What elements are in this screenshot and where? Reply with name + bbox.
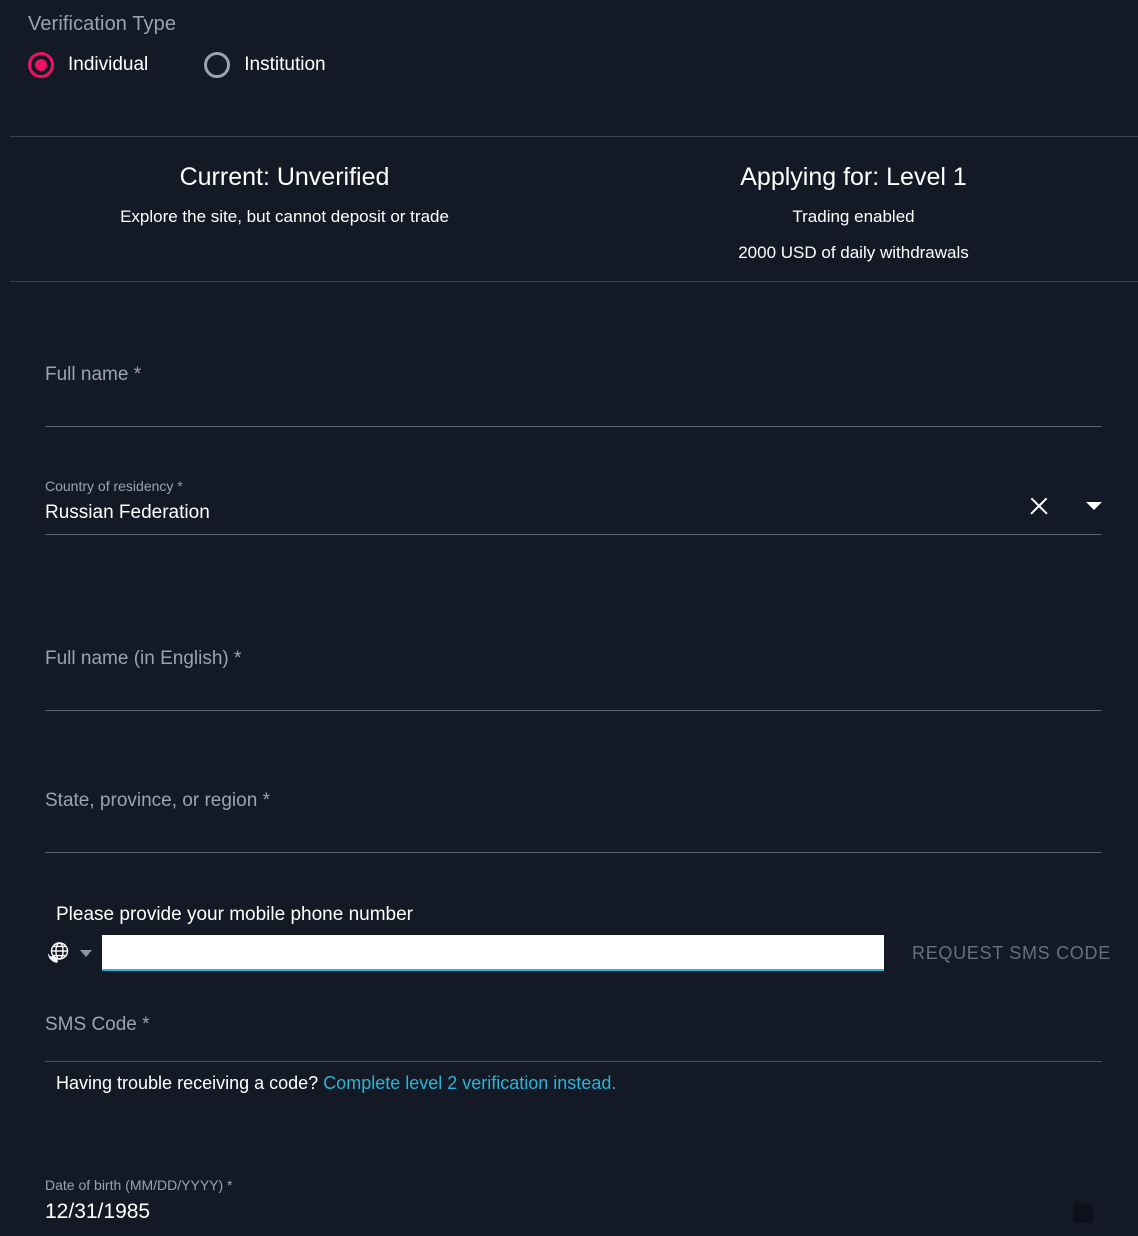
field-full-name[interactable]: Full name * — [45, 363, 1102, 427]
level-2-verification-link[interactable]: Complete level 2 verification instead. — [323, 1073, 616, 1093]
divider-top — [10, 136, 1138, 137]
phone-section: Please provide your mobile phone number … — [0, 903, 1138, 993]
phone-section-title: Please provide your mobile phone number — [56, 904, 413, 925]
status-current-column: Current: Unverified Explore the site, bu… — [0, 150, 569, 264]
full-name-english-underline — [45, 710, 1102, 711]
full-name-english-label: Full name (in English) * — [45, 648, 242, 669]
country-label: Country of residency * — [45, 478, 183, 494]
kyc-verification-page: Verification Type Individual Institution… — [0, 0, 1138, 1236]
divider-status-bottom — [10, 281, 1138, 282]
caret-down-icon[interactable] — [80, 949, 92, 957]
country-value[interactable]: Russian Federation — [45, 500, 1102, 526]
sms-code-helper-text: Having trouble receiving a code? — [56, 1073, 319, 1093]
state-underline — [45, 852, 1102, 853]
verification-type-title: Verification Type — [28, 13, 177, 35]
sms-code-underline — [45, 1061, 1102, 1062]
country-adornments — [1026, 493, 1102, 519]
full-name-value[interactable] — [45, 392, 1102, 418]
field-country-of-residency[interactable]: Country of residency * Russian Federatio… — [45, 477, 1102, 535]
status-applying-column: Applying for: Level 1 Trading enabled 20… — [569, 150, 1138, 264]
verification-type-radio-group[interactable]: Individual Institution — [28, 52, 1138, 78]
request-sms-code-button[interactable]: REQUEST SMS CODE — [906, 942, 1117, 965]
close-icon[interactable] — [1026, 493, 1052, 519]
radio-label-individual: Individual — [68, 54, 149, 75]
status-applying-line-2: 2000 USD of daily withdrawals — [738, 243, 969, 262]
state-value[interactable] — [45, 818, 1102, 844]
status-applying-heading: Applying for: Level 1 — [740, 163, 967, 191]
globe-phone-icon[interactable] — [45, 940, 71, 966]
status-current-heading: Current: Unverified — [179, 163, 390, 191]
field-date-of-birth[interactable]: Date of birth (MM/DD/YYYY) * 12/31/1985 — [45, 1176, 1102, 1225]
radio-option-individual[interactable]: Individual — [28, 52, 148, 78]
chevron-down-icon[interactable] — [1086, 502, 1102, 510]
full-name-label: Full name * — [45, 364, 142, 385]
dob-value[interactable]: 12/31/1985 — [45, 1199, 1102, 1225]
country-underline — [45, 534, 1102, 535]
radio-option-institution[interactable]: Institution — [204, 52, 326, 78]
phone-input-row[interactable]: REQUEST SMS CODE — [45, 935, 1117, 971]
full-name-underline — [45, 426, 1102, 427]
verification-status-strip: Current: Unverified Explore the site, bu… — [0, 150, 1138, 264]
radio-unselected-icon[interactable] — [204, 52, 231, 78]
sms-code-helper: Having trouble receiving a code? Complet… — [56, 1071, 1102, 1095]
phone-number-input[interactable] — [102, 935, 884, 971]
sms-code-label: SMS Code * — [45, 1014, 150, 1035]
radio-selected-icon[interactable] — [28, 52, 54, 78]
field-sms-code[interactable]: SMS Code * Having trouble receiving a co… — [45, 1013, 1102, 1095]
field-state-province-region[interactable]: State, province, or region * — [45, 789, 1102, 853]
full-name-english-value[interactable] — [45, 676, 1102, 702]
dob-label: Date of birth (MM/DD/YYYY) * — [45, 1177, 233, 1193]
field-full-name-english[interactable]: Full name (in English) * — [45, 647, 1102, 711]
state-label: State, province, or region * — [45, 790, 270, 811]
status-current-line-1: Explore the site, but cannot deposit or … — [120, 207, 449, 226]
radio-label-institution: Institution — [244, 54, 326, 75]
status-applying-line-1: Trading enabled — [792, 207, 915, 226]
verification-type-section: Verification Type Individual Institution — [0, 0, 1138, 78]
calendar-icon[interactable] — [1072, 1201, 1094, 1225]
